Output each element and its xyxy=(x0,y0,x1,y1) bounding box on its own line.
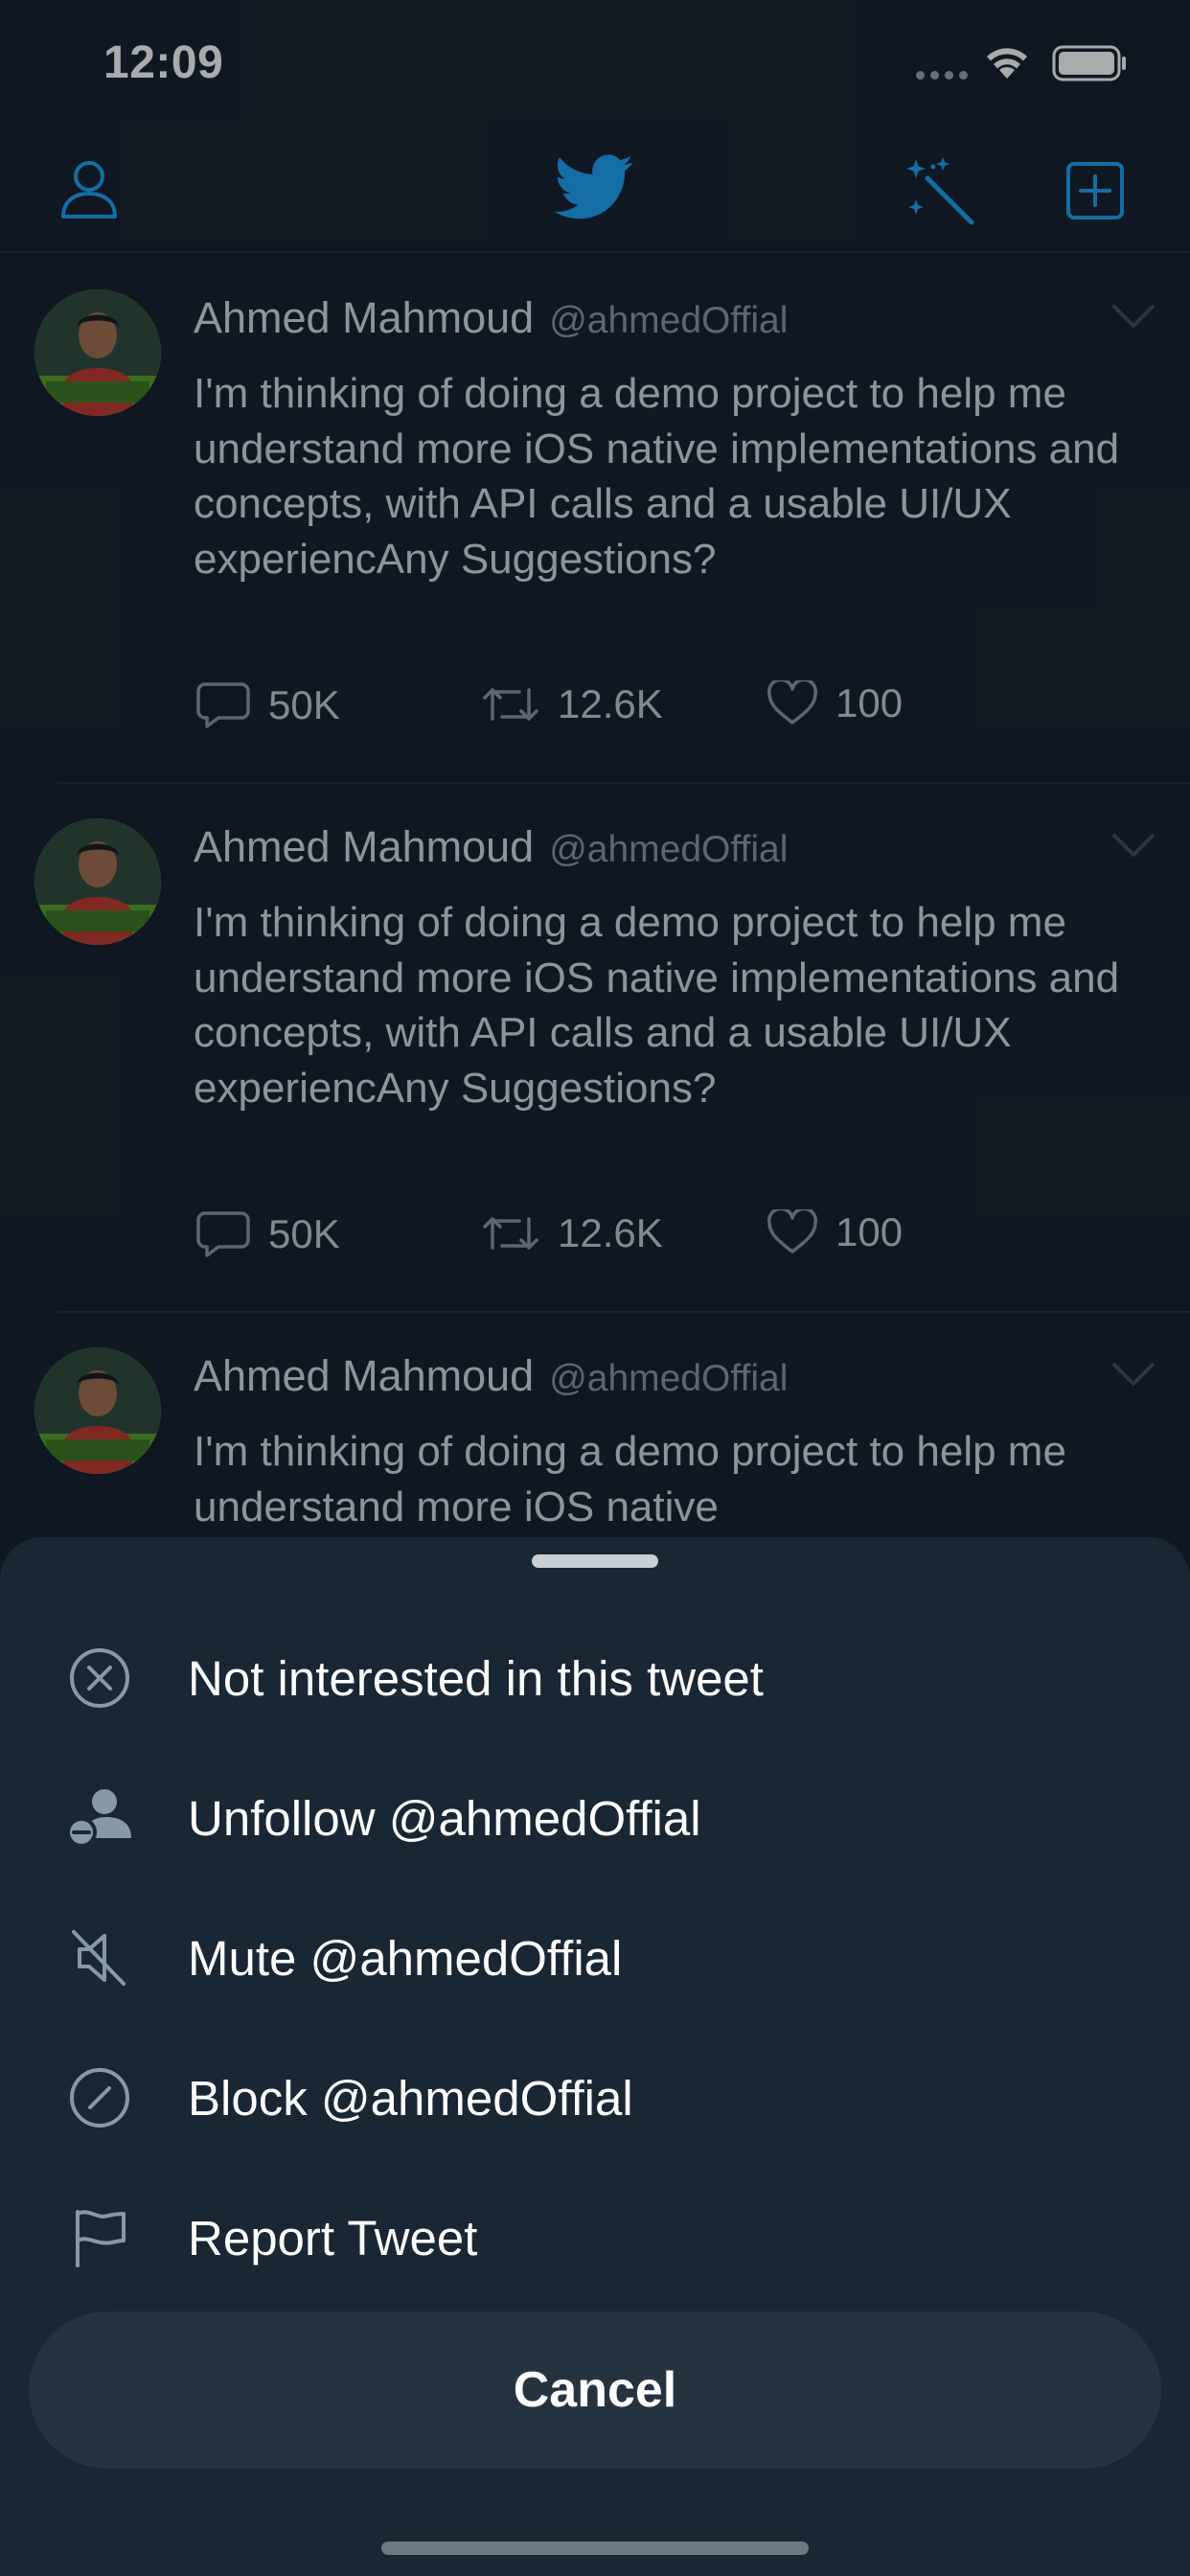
sheet-grabber[interactable] xyxy=(532,1554,658,1568)
menu-item-label: Unfollow @ahmedOffial xyxy=(188,1790,701,1846)
menu-item-block[interactable]: Block @ahmedOffial xyxy=(0,2045,1190,2150)
home-indicator[interactable] xyxy=(381,2542,809,2555)
action-sheet: Not interested in this tweet Unfollow @a… xyxy=(0,1537,1190,2576)
menu-item-report[interactable]: Report Tweet xyxy=(0,2185,1190,2290)
close-circle-icon xyxy=(63,1646,136,1710)
menu-item-unfollow[interactable]: Unfollow @ahmedOffial xyxy=(0,1765,1190,1871)
flag-icon xyxy=(63,2206,136,2269)
cancel-button[interactable]: Cancel xyxy=(29,2312,1161,2469)
block-icon xyxy=(63,2066,136,2129)
menu-item-label: Report Tweet xyxy=(188,2210,478,2266)
menu-item-not-interested[interactable]: Not interested in this tweet xyxy=(0,1625,1190,1731)
cancel-label: Cancel xyxy=(513,2362,677,2418)
menu-item-label: Block @ahmedOffial xyxy=(188,2070,633,2126)
menu-item-mute[interactable]: Mute @ahmedOffial xyxy=(0,1905,1190,2011)
mute-icon xyxy=(63,1926,136,1990)
menu-item-label: Not interested in this tweet xyxy=(188,1650,764,1706)
unfollow-icon xyxy=(63,1786,136,1850)
menu-item-label: Mute @ahmedOffial xyxy=(188,1930,623,1986)
